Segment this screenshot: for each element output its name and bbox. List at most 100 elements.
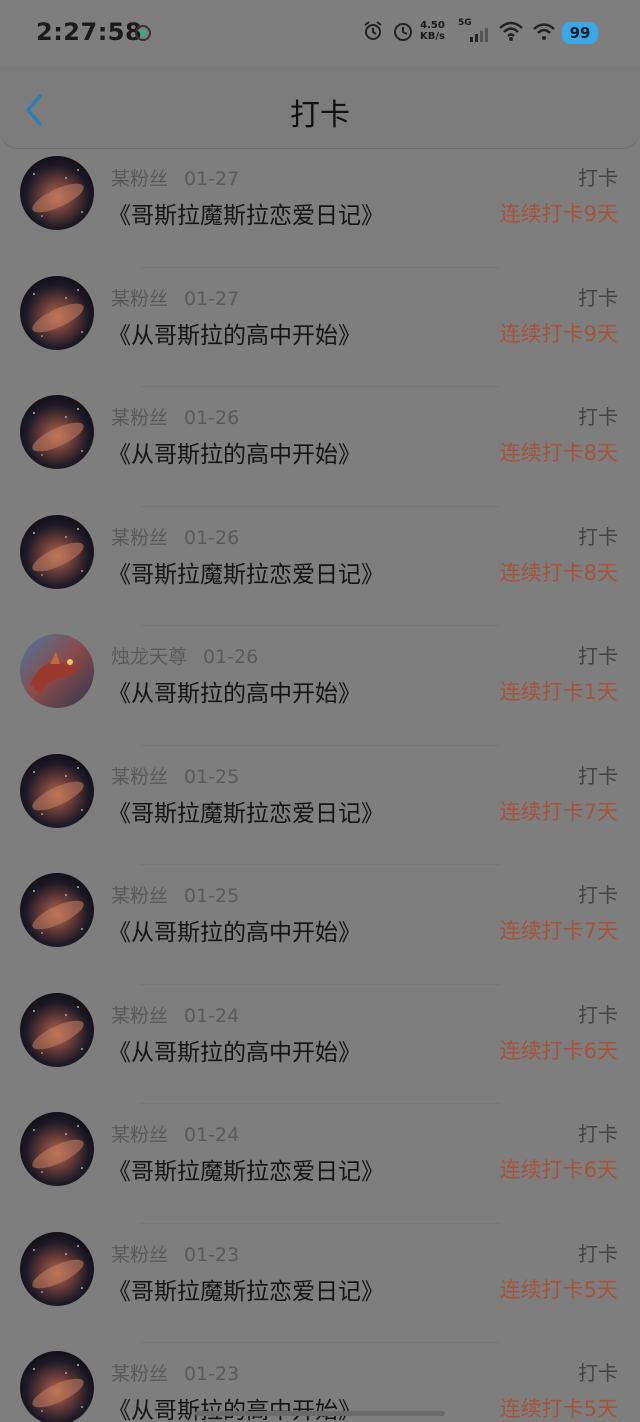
avatar[interactable] [20, 156, 94, 230]
row-meta: 某粉丝 01-24 [111, 1001, 239, 1028]
checkin-label: 打卡 [578, 524, 618, 549]
streak-label: 连续打卡7天 [499, 919, 618, 943]
list-item[interactable]: 某粉丝 01-25 《哥斯拉魔斯拉恋爱日记》 打卡 连续打卡7天 [0, 746, 640, 865]
clock-icon [394, 23, 412, 41]
checkin-label: 打卡 [578, 1241, 618, 1266]
checkin-date: 01-24 [184, 1124, 240, 1146]
checkin-date: 01-25 [184, 765, 240, 788]
checkin-date: 01-26 [184, 407, 240, 429]
username: 烛龙天尊 [111, 646, 188, 668]
username: 某粉丝 [111, 765, 169, 788]
list-item[interactable]: 某粉丝 01-26 《从哥斯拉的高中开始》 打卡连续打卡8天 [0, 387, 640, 507]
status-time: 2:27:58 [36, 18, 143, 46]
dragon-avatar-icon [20, 634, 94, 708]
avatar[interactable] [20, 275, 94, 350]
checkin-label: 打卡 [578, 644, 618, 668]
row-meta: 某粉丝 01-27 [111, 284, 239, 311]
username: 某粉丝 [111, 885, 169, 907]
book-title[interactable]: 《哥斯拉魔斯拉恋爱日记》 [108, 1272, 384, 1306]
avatar[interactable] [20, 992, 94, 1067]
network-speed-value: 4.50 [420, 20, 445, 31]
galaxy-avatar-icon [20, 1112, 94, 1186]
avatar[interactable] [20, 1351, 94, 1422]
streak-label: 连续打卡8天 [499, 560, 618, 585]
streak-label: 连续打卡5天 [499, 1277, 618, 1302]
book-title[interactable]: 《从哥斯拉的高中开始》 [108, 674, 361, 708]
streak-label: 连续打卡8天 [499, 441, 618, 465]
galaxy-avatar-icon [20, 1231, 94, 1306]
checkin-date: 01-26 [203, 646, 259, 668]
book-title[interactable]: 《哥斯拉魔斯拉恋爱日记》 [108, 196, 384, 230]
book-title[interactable]: 《哥斯拉魔斯拉恋爱日记》 [108, 1152, 384, 1186]
book-title[interactable]: 《从哥斯拉的高中开始》 [108, 1391, 361, 1422]
row-meta: 烛龙天尊 01-26 [111, 642, 258, 669]
checkin-date: 01-25 [184, 885, 240, 907]
username: 某粉丝 [111, 407, 169, 429]
checkin-date: 01-23 [184, 1363, 240, 1385]
galaxy-avatar-icon [20, 275, 94, 350]
streak-label: 连续打卡9天 [499, 202, 618, 226]
list-item[interactable]: 烛龙天尊 01-26 《从哥斯拉的高中开始》 打卡 连续打卡1天 [0, 626, 640, 746]
avatar[interactable] [20, 1112, 94, 1186]
checkin-label: 打卡 [578, 1002, 618, 1027]
row-meta: 某粉丝 01-26 [111, 403, 239, 430]
row-meta: 某粉丝 01-26 [111, 523, 239, 550]
book-title[interactable]: 《从哥斯拉的高中开始》 [108, 316, 361, 350]
checkin-label: 打卡 [578, 883, 618, 907]
checkin-date: 01-27 [184, 287, 240, 310]
username: 某粉丝 [111, 168, 169, 190]
avatar[interactable] [20, 514, 94, 589]
wifi-icon [499, 21, 523, 41]
username: 某粉丝 [111, 287, 169, 310]
checkin-date: 01-27 [184, 168, 240, 190]
avatar[interactable] [20, 1231, 94, 1306]
avatar[interactable] [20, 753, 94, 828]
streak-label: 连续打卡5天 [499, 1397, 618, 1421]
book-title[interactable]: 《哥斯拉魔斯拉恋爱日记》 [108, 794, 384, 828]
book-title[interactable]: 《从哥斯拉的高中开始》 [108, 913, 361, 947]
row-meta: 某粉丝 01-25 [111, 762, 239, 789]
book-title[interactable]: 《从哥斯拉的高中开始》 [108, 435, 361, 469]
list-item[interactable]: 某粉丝 01-25 《从哥斯拉的高中开始》 打卡连续打卡7天 [0, 865, 640, 985]
checkin-date: 01-26 [184, 526, 240, 549]
battery-indicator: 99 [562, 22, 598, 44]
checkin-label: 打卡 [578, 405, 618, 429]
username: 某粉丝 [111, 1243, 169, 1266]
streak-label: 连续打卡9天 [499, 321, 618, 346]
cell-signal-icon [470, 28, 488, 42]
username: 某粉丝 [111, 1004, 169, 1027]
list-item[interactable]: 某粉丝 01-24 《哥斯拉魔斯拉恋爱日记》 打卡 连续打卡6天 [0, 1104, 640, 1224]
streak-label: 连续打卡6天 [499, 1038, 618, 1063]
checkin-label: 打卡 [578, 1361, 618, 1385]
row-meta: 某粉丝 01-23 [111, 1359, 239, 1386]
network-speed: 4.50 KB/s [420, 20, 445, 42]
alarm-icon [364, 21, 382, 40]
status-bar: 2:27:58 4.50 KB/s 5G 99 [0, 0, 640, 66]
list-item[interactable]: 某粉丝 01-24 《从哥斯拉的高中开始》 打卡连续打卡6天 [0, 985, 640, 1104]
checkin-label: 打卡 [578, 763, 618, 788]
list-item[interactable]: 某粉丝 01-26 《哥斯拉魔斯拉恋爱日记》 打卡连续打卡8天 [0, 507, 640, 626]
galaxy-avatar-icon [20, 514, 94, 589]
username: 某粉丝 [111, 1124, 169, 1146]
app-notification-icon [135, 25, 151, 41]
book-title[interactable]: 《哥斯拉魔斯拉恋爱日记》 [108, 555, 384, 589]
home-indicator[interactable] [195, 1411, 445, 1416]
list-item[interactable]: 某粉丝 01-27 《哥斯拉魔斯拉恋爱日记》 打卡连续打卡9天 [0, 148, 640, 268]
row-meta: 某粉丝 01-23 [111, 1240, 239, 1267]
avatar[interactable] [20, 873, 94, 947]
username: 某粉丝 [111, 1363, 169, 1385]
list-item[interactable]: 某粉丝 01-23 《哥斯拉魔斯拉恋爱日记》 打卡连续打卡5天 [0, 1224, 640, 1343]
book-title[interactable]: 《从哥斯拉的高中开始》 [108, 1033, 361, 1067]
galaxy-avatar-icon [20, 156, 94, 230]
galaxy-avatar-icon [20, 753, 94, 828]
checkin-label: 打卡 [578, 166, 618, 190]
network-speed-unit: KB/s [420, 31, 445, 42]
list-item[interactable]: 某粉丝 01-27 《从哥斯拉的高中开始》 打卡 连续打卡9天 [0, 268, 640, 387]
row-meta: 某粉丝 01-24 [111, 1120, 239, 1147]
top-bar: 打卡 [0, 66, 640, 149]
avatar[interactable] [20, 395, 94, 469]
checkin-list: 某粉丝 01-27 《哥斯拉魔斯拉恋爱日记》 打卡 连续打卡9天 某粉丝 01-27 《从哥斯… [0, 148, 640, 1422]
page-title: 打卡 [290, 98, 350, 133]
streak-label: 连续打卡6天 [499, 1158, 618, 1182]
avatar[interactable] [20, 634, 94, 708]
